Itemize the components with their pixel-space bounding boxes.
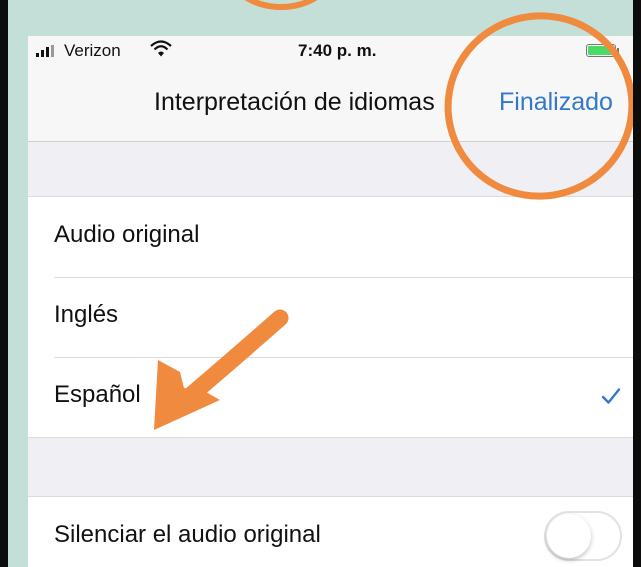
mute-settings-group: Silenciar el audio original (28, 496, 633, 567)
mute-original-label: Silenciar el audio original (54, 521, 321, 548)
annotation-top-arc (226, 0, 336, 10)
language-option-espanol[interactable]: Español (28, 357, 633, 437)
option-label: Español (54, 381, 141, 408)
toggle-knob (547, 514, 591, 558)
navigation-bar: Interpretación de idiomas Finalizado (28, 66, 633, 142)
language-option-ingles[interactable]: Inglés (28, 277, 633, 357)
phone-screen: Verizon 7:40 p. m. Interpretación de idi… (28, 36, 633, 567)
wifi-icon (150, 40, 172, 57)
mute-original-row: Silenciar el audio original (28, 497, 633, 567)
page-title: Interpretación de idiomas (154, 88, 435, 116)
signal-bars-icon (36, 45, 58, 57)
carrier-name: Verizon (64, 41, 121, 60)
checkmark-icon (601, 388, 621, 404)
annotated-photo-frame: Verizon 7:40 p. m. Interpretación de idi… (8, 0, 633, 567)
language-list: Audio original Inglés Español (28, 196, 633, 438)
status-time: 7:40 p. m. (298, 41, 377, 60)
status-bar: Verizon 7:40 p. m. (28, 36, 633, 66)
battery-icon (586, 44, 619, 57)
option-label: Inglés (54, 301, 119, 328)
mute-original-toggle[interactable] (544, 511, 622, 561)
option-label: Audio original (54, 221, 200, 248)
language-option-audio-original[interactable]: Audio original (28, 197, 633, 277)
done-button[interactable]: Finalizado (499, 88, 613, 117)
